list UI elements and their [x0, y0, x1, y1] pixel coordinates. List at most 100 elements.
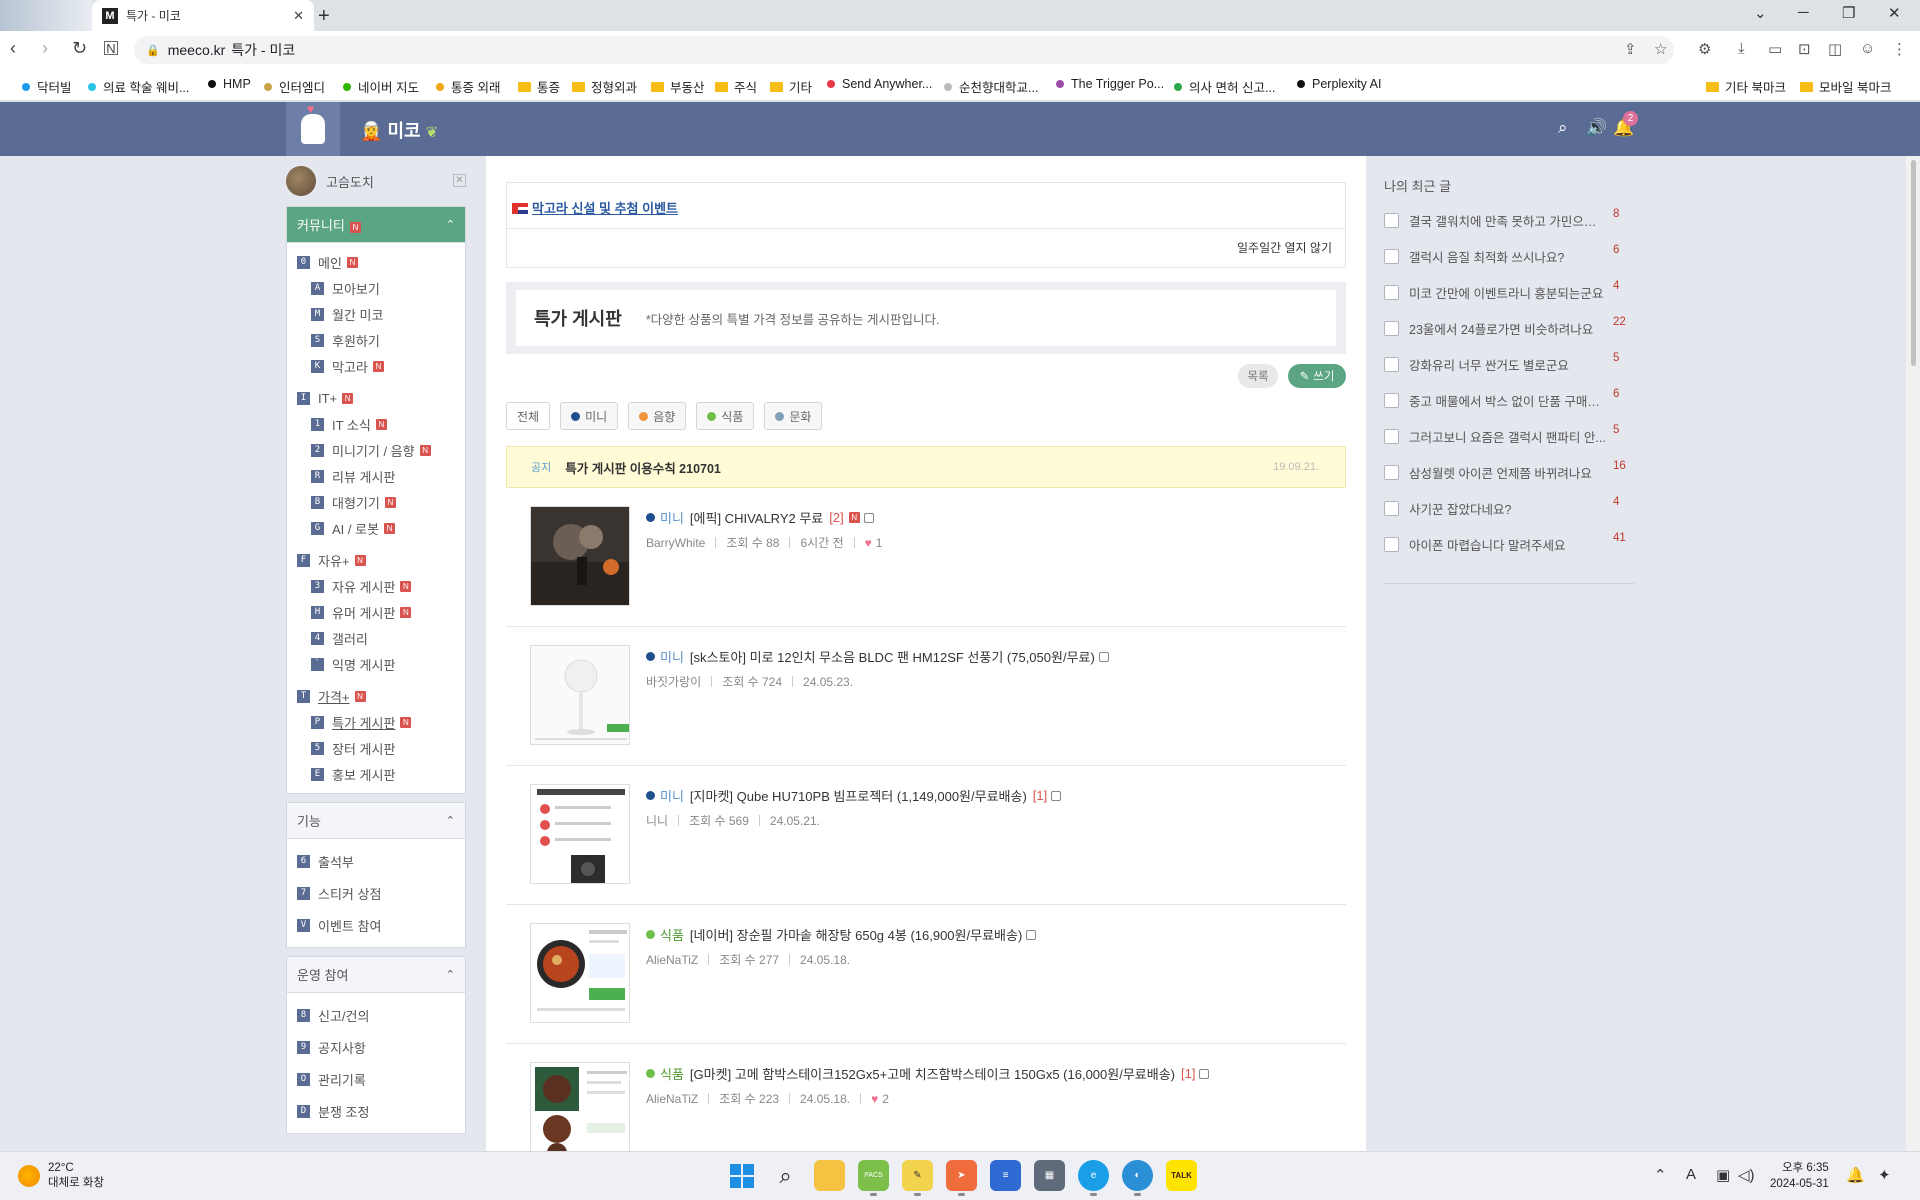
smartpacs-icon[interactable]: PACS	[858, 1160, 889, 1196]
post-title[interactable]: [네이버] 장순필 가마솥 해장탕 650g 4봉 (16,900원/무료배송)	[690, 925, 1022, 944]
recent-post-item[interactable]: 결국 갤워치에 만족 못하고 가민으로 ... 8	[1384, 208, 1634, 232]
bookmark-star-icon[interactable]: ☆	[1654, 40, 1667, 58]
search-icon[interactable]: ⌕	[1558, 118, 1568, 138]
back-button[interactable]: ‹	[10, 38, 16, 59]
notes-app-icon[interactable]: ✎	[902, 1160, 933, 1196]
write-button[interactable]: ✎ 쓰기	[1288, 364, 1346, 388]
category-filter[interactable]: 미니	[560, 402, 619, 430]
sidebar-item[interactable]: 0 메인 N	[287, 249, 465, 275]
address-bar[interactable]: 🔒 meeco.kr 특가 - 미코	[134, 36, 1674, 64]
minimize-button[interactable]: ─	[1798, 4, 1809, 21]
bookmark-item[interactable]: 기타	[770, 77, 812, 96]
notice-row[interactable]: 공지 특가 게시판 이용수칙 210701 19.09.21.	[506, 446, 1346, 488]
recent-post-title[interactable]: 갤럭시 음질 최적화 쓰시나요?	[1409, 247, 1607, 266]
scrollbar-thumb[interactable]	[1911, 160, 1916, 366]
list-button[interactable]: 목록	[1238, 364, 1278, 388]
features-header[interactable]: 기능 ⌃	[287, 803, 465, 839]
recent-post-checkbox[interactable]	[1384, 356, 1399, 372]
close-icon[interactable]: ✕	[453, 174, 466, 187]
bookmark-item[interactable]: 의료 학술 웨비...	[88, 77, 189, 96]
category-filter[interactable]: 식품	[696, 402, 755, 430]
post-thumbnail[interactable]	[530, 784, 630, 884]
recent-post-item[interactable]: 사기꾼 잡았다네요? 4	[1384, 496, 1634, 520]
post-thumbnail[interactable]	[530, 923, 630, 1023]
sidebar-item[interactable]: O 관리기록	[287, 1063, 465, 1095]
tab-close-icon[interactable]: ✕	[293, 8, 304, 24]
category-filter[interactable]: 문화	[764, 402, 823, 430]
bookmark-item[interactable]: Send Anywher...	[827, 77, 932, 91]
recent-post-checkbox[interactable]	[1384, 428, 1399, 444]
bookmark-folder[interactable]: 기타 북마크	[1706, 77, 1786, 96]
sidebar-item[interactable]: I IT+ N	[287, 385, 465, 411]
kakaotalk-icon[interactable]: TALK	[1166, 1160, 1197, 1191]
post-thumbnail[interactable]	[530, 645, 630, 745]
sidebar-item[interactable]: H 유머 게시판 N	[287, 599, 465, 625]
site-logo[interactable]: ♥	[286, 102, 340, 156]
post-title[interactable]: [지마켓] Qube HU710PB 빔프로젝터 (1,149,000원/무료배…	[690, 786, 1027, 805]
extensions-icon[interactable]: ⚙	[1698, 40, 1711, 58]
tab-active[interactable]: M 특가 - 미코 ✕	[92, 0, 314, 31]
calculator-icon[interactable]: ▦	[1034, 1160, 1065, 1191]
bookmark-item[interactable]: Perplexity AI	[1297, 77, 1381, 91]
comment-count[interactable]: [1]	[1181, 1066, 1195, 1081]
sidebar-item[interactable]: 5 장터 게시판	[287, 735, 465, 761]
recent-post-checkbox[interactable]	[1384, 464, 1399, 480]
clock[interactable]: 오후 6:35 2024-05-31	[1770, 1160, 1829, 1192]
bookmark-item[interactable]: 닥터빌	[22, 77, 72, 96]
share-icon[interactable]: ⇪	[1624, 40, 1637, 58]
post-category[interactable]: 식품	[660, 1064, 684, 1083]
sidebar-item[interactable]: G AI / 로봇 N	[287, 515, 465, 541]
post-author[interactable]: AlieNaTiZ	[646, 953, 698, 967]
screen-capture-icon[interactable]: ▭	[1768, 40, 1782, 58]
post-category[interactable]: 미니	[660, 508, 684, 527]
post-author[interactable]: AlieNaTiZ	[646, 1092, 698, 1106]
sidebar-item[interactable]: 9 공지사항	[287, 1031, 465, 1063]
bookmark-item[interactable]: 부동산	[651, 77, 705, 96]
recent-post-checkbox[interactable]	[1384, 284, 1399, 300]
sidebar-item[interactable]: 8 신고/건의	[287, 999, 465, 1031]
post-title[interactable]: [에픽] CHIVALRY2 무료	[690, 508, 823, 527]
recent-post-item[interactable]: 강화유리 너무 싼거도 별로군요 5	[1384, 352, 1634, 376]
volume-icon[interactable]: ◁)	[1738, 1166, 1755, 1184]
sidebar-item[interactable]: F 자유+ N	[287, 547, 465, 573]
sidebar-item[interactable]: V 이벤트 참여	[287, 909, 465, 941]
tab-search-icon[interactable]: ⌄	[1754, 4, 1767, 22]
sidebar-item[interactable]: 1 IT 소식 N	[287, 411, 465, 437]
windows-start-icon[interactable]	[726, 1160, 757, 1191]
search-icon[interactable]: ⌕	[770, 1160, 801, 1191]
post-thumbnail[interactable]	[530, 1062, 630, 1162]
bookmark-item[interactable]: 통증 외래	[436, 77, 500, 96]
bookmark-item[interactable]: 의사 면허 신고...	[1174, 77, 1275, 96]
community-header[interactable]: 커뮤니티 N ⌃	[287, 207, 465, 243]
sidebar-item[interactable]: T 가격+ N	[287, 683, 465, 709]
bookmark-item[interactable]: 순천향대학교...	[944, 77, 1038, 96]
close-window-button[interactable]: ✕	[1888, 4, 1901, 22]
bookmark-item[interactable]: 통증	[518, 77, 560, 96]
avatar[interactable]	[286, 166, 316, 196]
bookmark-folder[interactable]: 모바일 북마크	[1800, 77, 1891, 96]
side-panel-icon[interactable]: ◫	[1828, 40, 1842, 58]
recent-post-item[interactable]: 갤럭시 음질 최적화 쓰시나요? 6	[1384, 244, 1634, 268]
notepad-icon[interactable]: ≡	[990, 1160, 1021, 1191]
sidebar-item[interactable]: 4 갤러리	[287, 625, 465, 651]
post-author[interactable]: 바짓가랑이	[646, 673, 701, 690]
post-thumbnail[interactable]	[530, 506, 630, 606]
post-author[interactable]: BarryWhite	[646, 536, 705, 550]
recent-post-title[interactable]: 23울에서 24플로가면 비슷하려나요	[1409, 319, 1607, 338]
sidebar-item[interactable]: R 리뷰 게시판	[287, 463, 465, 489]
site-title[interactable]: 🧝 미코 ❦	[360, 117, 438, 143]
network-icon[interactable]: ▣	[1716, 1166, 1730, 1184]
sidebar-item[interactable]: 2 미니기기 / 음향 N	[287, 437, 465, 463]
restore-button[interactable]: ❐	[1842, 4, 1855, 22]
recent-post-title[interactable]: 중고 매물에서 박스 없이 단품 구매해...	[1409, 391, 1607, 410]
bookmark-item[interactable]: 정형외과	[572, 77, 637, 96]
copilot-icon[interactable]: ✦	[1878, 1166, 1891, 1184]
hide-week-button[interactable]: 일주일간 열지 않기	[1237, 239, 1332, 256]
recent-post-item[interactable]: 미코 간만에 이벤트라니 흥분되는군요 4	[1384, 280, 1634, 304]
speaker-icon[interactable]: 🔊	[1586, 118, 1607, 138]
recent-post-item[interactable]: 아이폰 마렵습니다 말려주세요 41	[1384, 532, 1634, 556]
recent-post-item[interactable]: 중고 매물에서 박스 없이 단품 구매해... 6	[1384, 388, 1634, 412]
forward-button[interactable]: ›	[42, 38, 48, 59]
notice-title[interactable]: 특가 게시판 이용수칙 210701	[565, 458, 1273, 477]
post-category[interactable]: 식품	[660, 925, 684, 944]
